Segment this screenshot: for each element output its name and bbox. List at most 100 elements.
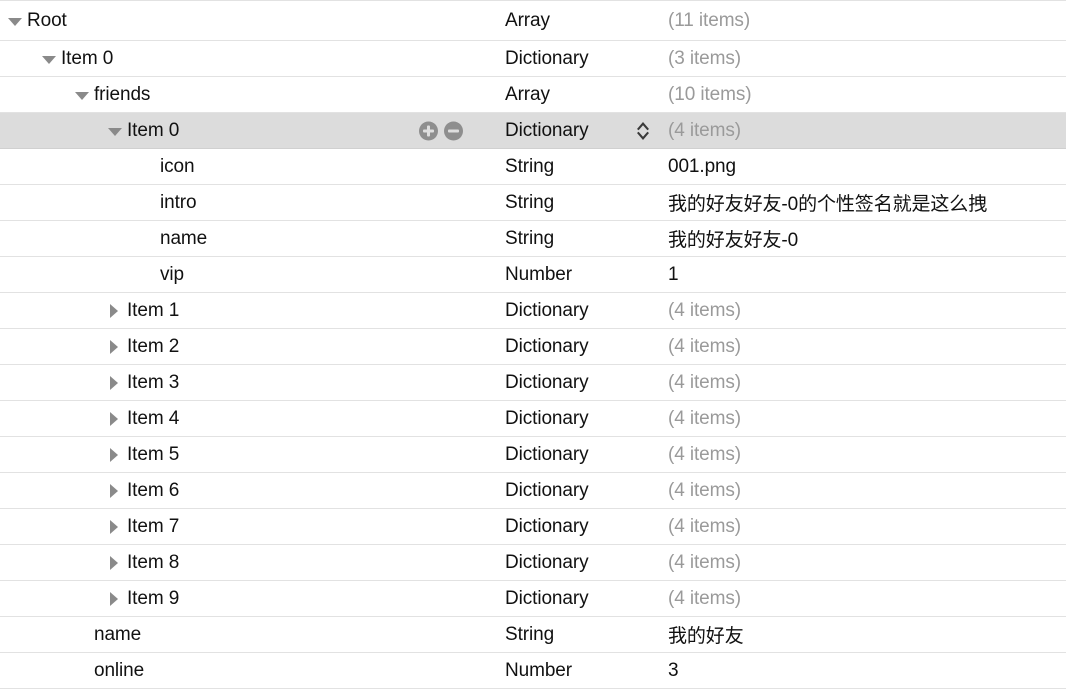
table-row[interactable]: Item 8 Dictionary (4 items): [0, 545, 1066, 581]
row-key-cell[interactable]: intro: [0, 185, 505, 220]
row-key-cell[interactable]: friends: [0, 77, 505, 112]
triangle-right-icon[interactable]: [108, 411, 122, 426]
row-value-cell[interactable]: (4 items): [668, 545, 1066, 580]
triangle-right-icon[interactable]: [108, 591, 122, 606]
row-type-cell[interactable]: Dictionary: [505, 365, 668, 400]
row-type-cell[interactable]: String: [505, 149, 668, 184]
table-row[interactable]: Item 4 Dictionary (4 items): [0, 401, 1066, 437]
row-value-cell[interactable]: (4 items): [668, 581, 1066, 616]
minus-circle-icon[interactable]: [444, 121, 463, 140]
triangle-down-icon[interactable]: [42, 52, 56, 66]
table-row[interactable]: icon String 001.png: [0, 149, 1066, 185]
row-key-cell[interactable]: Item 1: [0, 293, 505, 328]
row-key-cell[interactable]: vip: [0, 257, 505, 292]
row-value-cell[interactable]: 001.png: [668, 149, 1066, 184]
row-type-cell[interactable]: Dictionary: [505, 41, 668, 76]
row-item-count: (4 items): [668, 335, 741, 357]
row-type-cell[interactable]: Number: [505, 653, 668, 688]
row-type-cell[interactable]: Dictionary: [505, 545, 668, 580]
row-value-cell[interactable]: 我的好友: [668, 617, 1066, 652]
row-type-cell[interactable]: String: [505, 185, 668, 220]
row-key-cell[interactable]: Item 0: [0, 113, 505, 148]
row-value-cell[interactable]: 1: [668, 257, 1066, 292]
row-key-cell[interactable]: Item 9: [0, 581, 505, 616]
table-row[interactable]: Item 7 Dictionary (4 items): [0, 509, 1066, 545]
row-key-cell[interactable]: Item 7: [0, 509, 505, 544]
table-row[interactable]: name String 我的好友好友-0: [0, 221, 1066, 257]
row-action-buttons[interactable]: [419, 121, 463, 140]
row-type-cell[interactable]: String: [505, 221, 668, 256]
triangle-right-icon[interactable]: [108, 339, 122, 354]
triangle-down-icon[interactable]: [75, 88, 89, 102]
row-item-count: (11 items): [668, 9, 751, 31]
row-key-cell[interactable]: name: [0, 221, 505, 256]
table-row[interactable]: Item 1 Dictionary (4 items): [0, 293, 1066, 329]
row-value-cell[interactable]: (10 items): [668, 77, 1066, 112]
plus-circle-icon[interactable]: [419, 121, 438, 140]
row-key-cell[interactable]: Item 3: [0, 365, 505, 400]
table-row[interactable]: Item 0 Dictionary (3 items): [0, 41, 1066, 77]
property-list-table[interactable]: Root Array (11 items) Item 0 Dictionary (3 it…: [0, 0, 1066, 689]
row-value-cell[interactable]: 3: [668, 653, 1066, 688]
row-type-cell[interactable]: Number: [505, 257, 668, 292]
triangle-right-icon[interactable]: [108, 375, 122, 390]
row-key-cell[interactable]: icon: [0, 149, 505, 184]
triangle-right-icon[interactable]: [108, 555, 122, 570]
table-row[interactable]: Item 3 Dictionary (4 items): [0, 365, 1066, 401]
table-row[interactable]: Item 5 Dictionary (4 items): [0, 437, 1066, 473]
triangle-down-icon[interactable]: [108, 124, 122, 138]
table-row[interactable]: Root Array (11 items): [0, 0, 1066, 41]
row-key-cell[interactable]: Item 5: [0, 437, 505, 472]
row-value-cell[interactable]: (4 items): [668, 473, 1066, 508]
row-value-cell[interactable]: (4 items): [668, 113, 1066, 148]
row-key-label: friends: [94, 83, 151, 105]
row-type-cell[interactable]: Array: [505, 1, 668, 40]
table-row[interactable]: name String 我的好友: [0, 617, 1066, 653]
table-row[interactable]: Item 0 Dictionary (4 items): [0, 113, 1066, 149]
table-row[interactable]: friends Array (10 items): [0, 77, 1066, 113]
triangle-right-icon[interactable]: [108, 303, 122, 318]
row-value-cell[interactable]: 我的好友好友-0的个性签名就是这么拽: [668, 185, 1066, 220]
row-value-cell[interactable]: (4 items): [668, 401, 1066, 436]
row-value-cell[interactable]: 我的好友好友-0: [668, 221, 1066, 256]
row-type-cell[interactable]: Dictionary: [505, 473, 668, 508]
row-type-label: Array: [505, 83, 550, 105]
triangle-down-icon[interactable]: [8, 14, 22, 28]
row-key-cell[interactable]: Root: [0, 1, 505, 40]
row-key-cell[interactable]: online: [0, 653, 505, 688]
row-type-cell[interactable]: Dictionary: [505, 437, 668, 472]
row-key-cell[interactable]: Item 0: [0, 41, 505, 76]
row-type-cell[interactable]: Dictionary: [505, 509, 668, 544]
row-key-cell[interactable]: Item 2: [0, 329, 505, 364]
row-value-cell[interactable]: (4 items): [668, 437, 1066, 472]
table-row[interactable]: Item 2 Dictionary (4 items): [0, 329, 1066, 365]
row-type-label: Dictionary: [505, 299, 589, 321]
row-type-cell[interactable]: String: [505, 617, 668, 652]
row-value-cell[interactable]: (3 items): [668, 41, 1066, 76]
row-value-cell[interactable]: (4 items): [668, 329, 1066, 364]
row-type-cell[interactable]: Dictionary: [505, 581, 668, 616]
row-type-cell[interactable]: Dictionary: [505, 293, 668, 328]
stepper-chevron-icon[interactable]: [636, 120, 650, 142]
table-row[interactable]: Item 9 Dictionary (4 items): [0, 581, 1066, 617]
row-key-cell[interactable]: Item 4: [0, 401, 505, 436]
row-key-cell[interactable]: name: [0, 617, 505, 652]
table-row[interactable]: intro String 我的好友好友-0的个性签名就是这么拽: [0, 185, 1066, 221]
row-type-cell[interactable]: Array: [505, 77, 668, 112]
table-row[interactable]: Item 6 Dictionary (4 items): [0, 473, 1066, 509]
triangle-right-icon[interactable]: [108, 519, 122, 534]
row-value-cell[interactable]: (4 items): [668, 509, 1066, 544]
row-key-label: Item 9: [127, 587, 180, 609]
row-value-cell[interactable]: (4 items): [668, 365, 1066, 400]
table-row[interactable]: vip Number 1: [0, 257, 1066, 293]
row-value-cell[interactable]: (4 items): [668, 293, 1066, 328]
triangle-right-icon[interactable]: [108, 447, 122, 462]
row-type-cell[interactable]: Dictionary: [505, 113, 668, 148]
row-type-cell[interactable]: Dictionary: [505, 329, 668, 364]
triangle-right-icon[interactable]: [108, 483, 122, 498]
row-value-cell[interactable]: (11 items): [668, 1, 1066, 40]
row-key-cell[interactable]: Item 8: [0, 545, 505, 580]
row-key-cell[interactable]: Item 6: [0, 473, 505, 508]
row-type-cell[interactable]: Dictionary: [505, 401, 668, 436]
